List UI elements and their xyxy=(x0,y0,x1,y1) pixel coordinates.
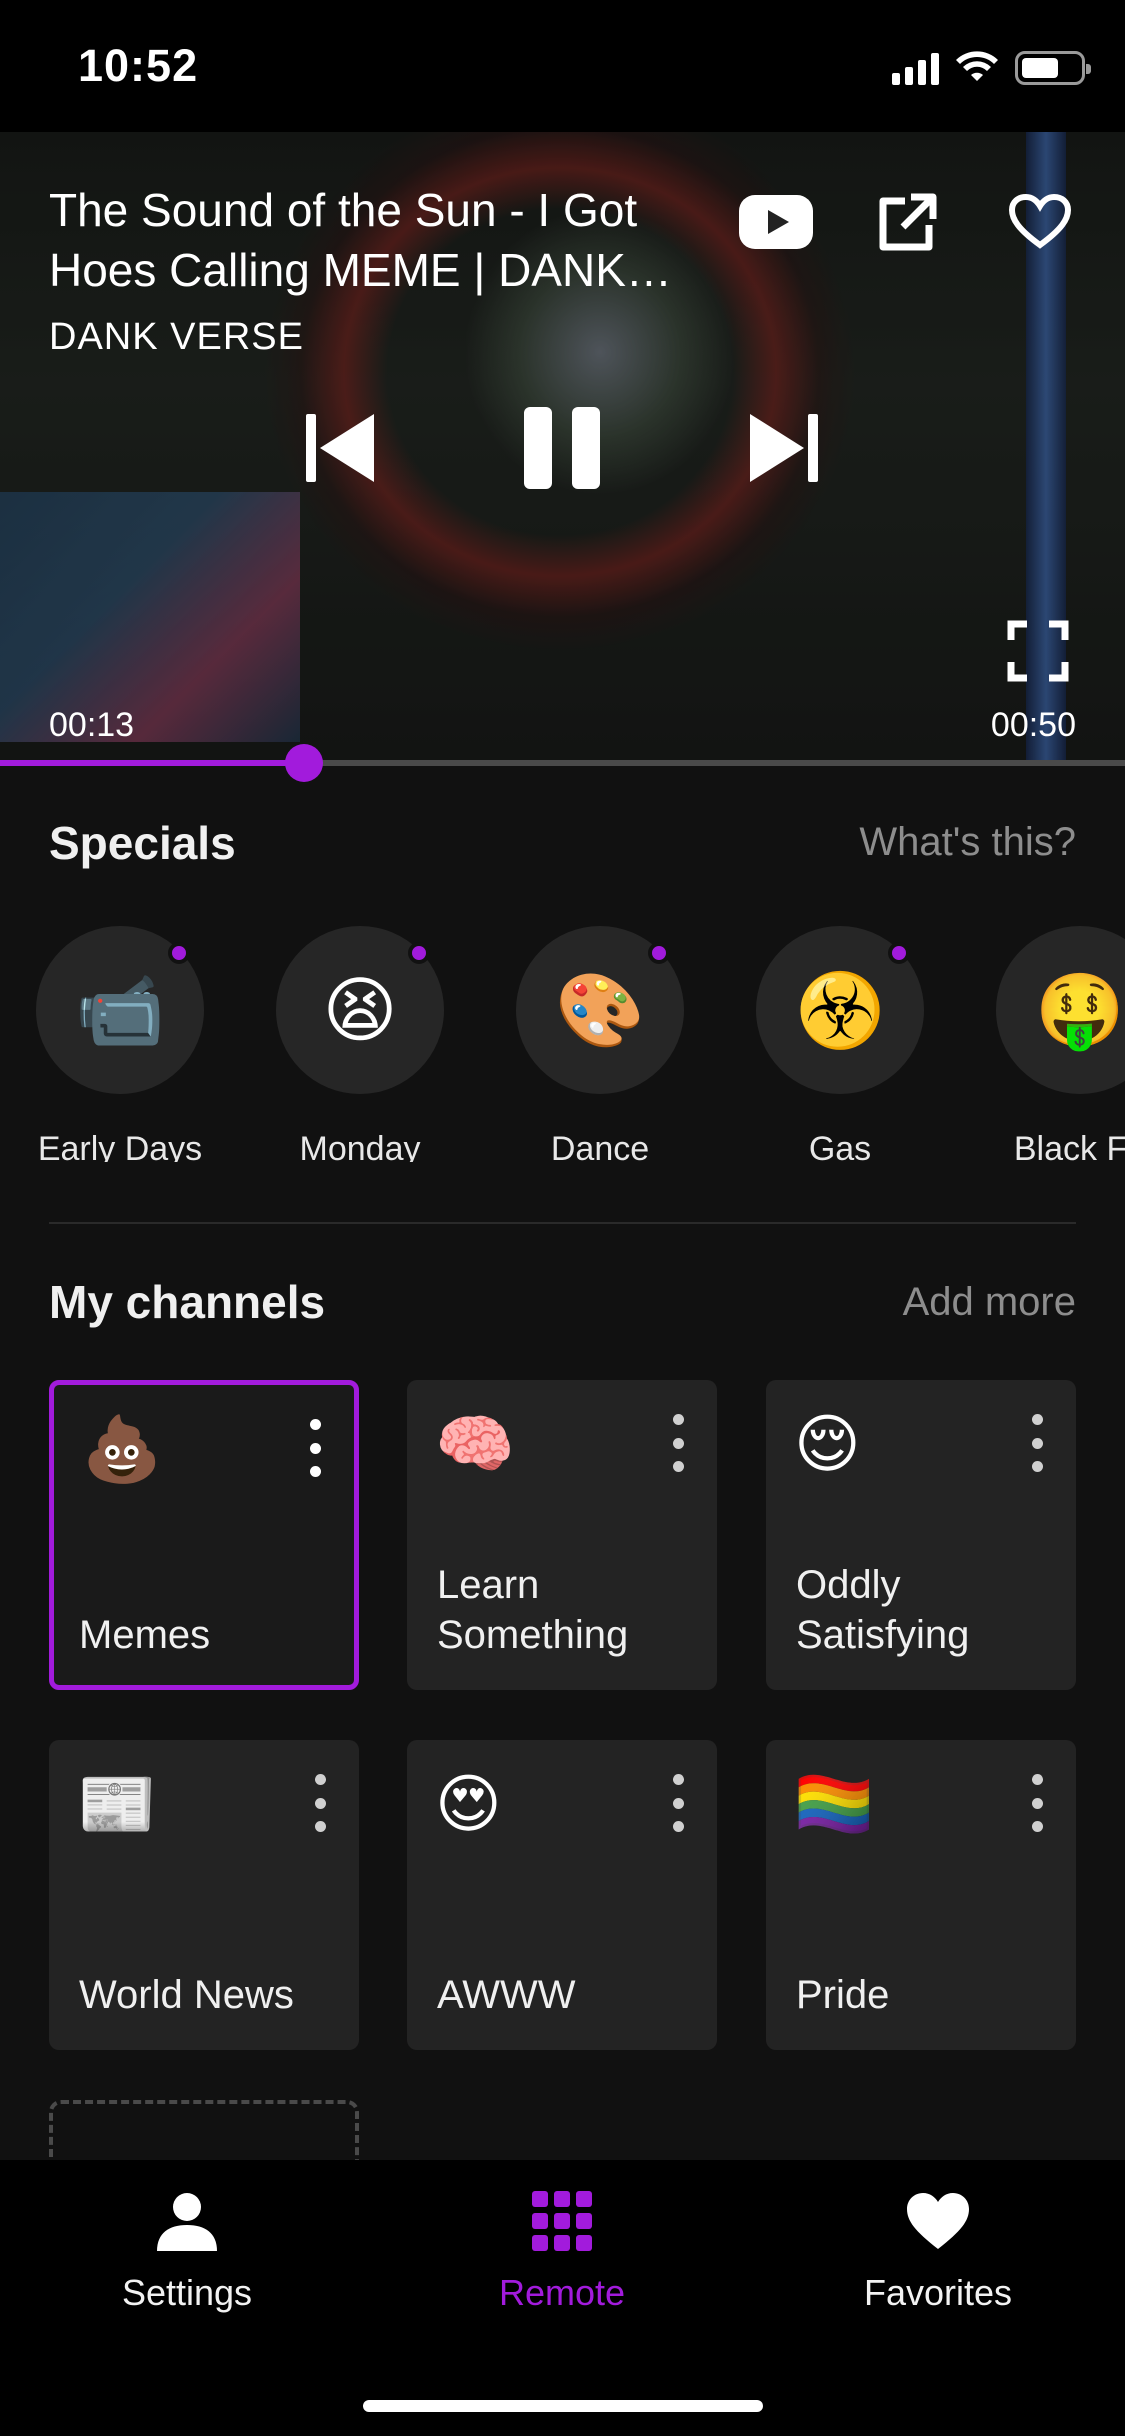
heart-eyes-face-icon: 😍 xyxy=(435,1768,502,1840)
tired-face-icon: 😫 xyxy=(322,971,398,1051)
progress-fill xyxy=(0,760,304,766)
nav-label: Favorites xyxy=(863,2272,1013,2313)
channel-name: World News xyxy=(79,1973,294,2017)
status-time: 10:52 xyxy=(78,40,199,91)
previous-track-button[interactable] xyxy=(292,400,388,496)
pile-of-poo-icon: 💩 xyxy=(82,1413,162,1485)
new-indicator-dot xyxy=(888,942,910,964)
video-camera-icon: 📹 xyxy=(75,970,165,1051)
channel-name: Pride xyxy=(796,1973,890,2017)
nav-settings[interactable]: Settings xyxy=(57,2186,317,2314)
next-track-button[interactable] xyxy=(736,400,832,496)
more-options-icon[interactable] xyxy=(1022,1768,1052,1838)
channel-tile[interactable]: 📰 World News xyxy=(49,1740,359,2050)
more-options-icon[interactable] xyxy=(300,1413,330,1483)
special-item[interactable]: ☣️ Gas xyxy=(720,922,960,1162)
relieved-face-icon: 😌 xyxy=(794,1408,861,1480)
special-label: Dance xyxy=(550,1130,650,1162)
channel-tile[interactable]: 🧠 Learn Something xyxy=(407,1380,717,1690)
nav-label: Remote xyxy=(498,2272,626,2313)
special-avatar: 😫 xyxy=(276,926,444,1094)
new-indicator-dot xyxy=(168,942,190,964)
my-channels-title: My channels xyxy=(49,1276,326,1328)
channel-name: Oddly Satisfying xyxy=(796,1563,970,1657)
fullscreen-icon[interactable] xyxy=(1007,620,1075,688)
more-options-icon[interactable] xyxy=(663,1408,693,1478)
special-avatar: ☣️ xyxy=(756,926,924,1094)
special-item[interactable]: 🤑 Black Fri xyxy=(960,922,1125,1162)
channel-name: AWWW xyxy=(437,1973,576,2017)
new-indicator-dot xyxy=(408,942,430,964)
battery-icon xyxy=(1015,51,1091,85)
new-indicator-dot xyxy=(648,942,670,964)
special-label: Gas xyxy=(808,1130,872,1162)
special-avatar: 📹 xyxy=(36,926,204,1094)
cellular-signal-icon xyxy=(892,51,939,85)
nav-remote[interactable]: Remote xyxy=(432,2186,692,2314)
video-channel: DANK VERSE xyxy=(49,316,304,358)
add-more-link[interactable]: Add more xyxy=(903,1280,1076,1325)
video-player[interactable]: The Sound of the Sun - I Got Hoes Callin… xyxy=(0,132,1125,764)
palette-icon: 🎨 xyxy=(555,970,645,1051)
rainbow-flag-icon: 🏳️‍🌈 xyxy=(794,1768,874,1840)
money-mouth-face-icon: 🤑 xyxy=(1035,970,1125,1051)
channel-name: Memes xyxy=(79,1613,211,1657)
status-icons xyxy=(892,48,1091,88)
specials-row[interactable]: 📹 Early Days 😫 Monday 🎨 Dance ☣️ Gas 🤑 B… xyxy=(0,922,1125,1162)
channel-name: Learn Something xyxy=(437,1563,629,1657)
more-options-icon[interactable] xyxy=(305,1768,335,1838)
video-title: The Sound of the Sun - I Got Hoes Callin… xyxy=(49,184,638,296)
more-options-icon[interactable] xyxy=(1022,1408,1052,1478)
brain-icon: 🧠 xyxy=(435,1408,515,1480)
special-item[interactable]: 😫 Monday xyxy=(240,922,480,1162)
section-divider xyxy=(49,1222,1076,1224)
progress-bar[interactable] xyxy=(0,744,1125,782)
grid-icon xyxy=(527,2186,597,2256)
special-label: Monday xyxy=(299,1130,421,1162)
special-item[interactable]: 📹 Early Days xyxy=(0,922,240,1162)
special-item[interactable]: 🎨 Dance xyxy=(480,922,720,1162)
favorite-heart-icon[interactable] xyxy=(1000,182,1080,262)
biohazard-icon: ☣️ xyxy=(795,970,885,1051)
duration: 00:50 xyxy=(990,706,1076,744)
pause-button[interactable] xyxy=(514,400,610,496)
status-bar: 10:52 xyxy=(0,0,1125,132)
whats-this-link[interactable]: What's this? xyxy=(859,820,1076,865)
channel-tile[interactable]: 🏳️‍🌈 Pride xyxy=(766,1740,1076,2050)
special-avatar: 🤑 xyxy=(996,926,1125,1094)
specials-title: Specials xyxy=(49,817,236,869)
channel-tile[interactable]: 😌 Oddly Satisfying xyxy=(766,1380,1076,1690)
special-avatar: 🎨 xyxy=(516,926,684,1094)
heart-icon xyxy=(903,2186,973,2256)
nav-label: Settings xyxy=(121,2272,253,2313)
nav-favorites[interactable]: Favorites xyxy=(808,2186,1068,2314)
channel-tile[interactable]: 😍 AWWW xyxy=(407,1740,717,2050)
share-icon[interactable] xyxy=(868,182,948,262)
wifi-icon xyxy=(956,51,998,81)
person-icon xyxy=(152,2186,222,2256)
more-options-icon[interactable] xyxy=(663,1768,693,1838)
channel-tile[interactable]: 💩 Memes xyxy=(49,1380,359,1690)
bottom-nav: Settings Remote Favorites xyxy=(0,2160,1125,2436)
current-time: 00:13 xyxy=(49,706,135,744)
home-indicator xyxy=(363,2400,763,2412)
newspaper-icon: 📰 xyxy=(77,1768,157,1840)
special-label: Early Days xyxy=(37,1130,203,1162)
special-label: Black Fri xyxy=(1013,1130,1125,1162)
youtube-icon[interactable] xyxy=(736,182,816,262)
progress-thumb[interactable] xyxy=(284,744,323,782)
